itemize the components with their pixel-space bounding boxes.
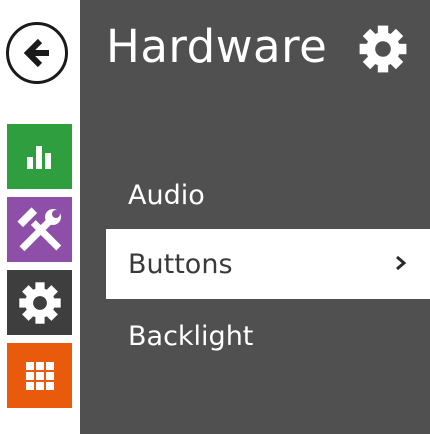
menu-item-label: Buttons <box>128 248 233 280</box>
chevron-right-icon <box>396 255 407 271</box>
menu-item-label: Audio <box>128 179 205 211</box>
hardware-settings-button[interactable] <box>357 23 409 75</box>
gear-icon <box>18 281 61 324</box>
grid-icon <box>25 361 54 390</box>
menu-item-backlight[interactable]: Backlight <box>106 301 430 371</box>
menu-item-label: Backlight <box>128 320 254 352</box>
panel-title: Hardware <box>106 20 328 73</box>
tools-icon <box>16 206 61 251</box>
hardware-panel: Hardware Audio Buttons Backlight <box>80 0 430 434</box>
nav-status-button[interactable] <box>7 124 72 189</box>
menu-item-buttons[interactable]: Buttons <box>106 229 430 299</box>
bar-chart-icon <box>26 145 51 169</box>
left-navigation-rail <box>0 0 78 434</box>
nav-hardware-button[interactable] <box>7 270 72 335</box>
gear-icon <box>359 25 407 73</box>
back-button[interactable] <box>6 22 68 84</box>
nav-services-button[interactable] <box>7 197 72 262</box>
nav-apps-button[interactable] <box>7 343 72 408</box>
menu-item-audio[interactable]: Audio <box>106 160 430 230</box>
arrow-left-icon <box>23 38 49 68</box>
